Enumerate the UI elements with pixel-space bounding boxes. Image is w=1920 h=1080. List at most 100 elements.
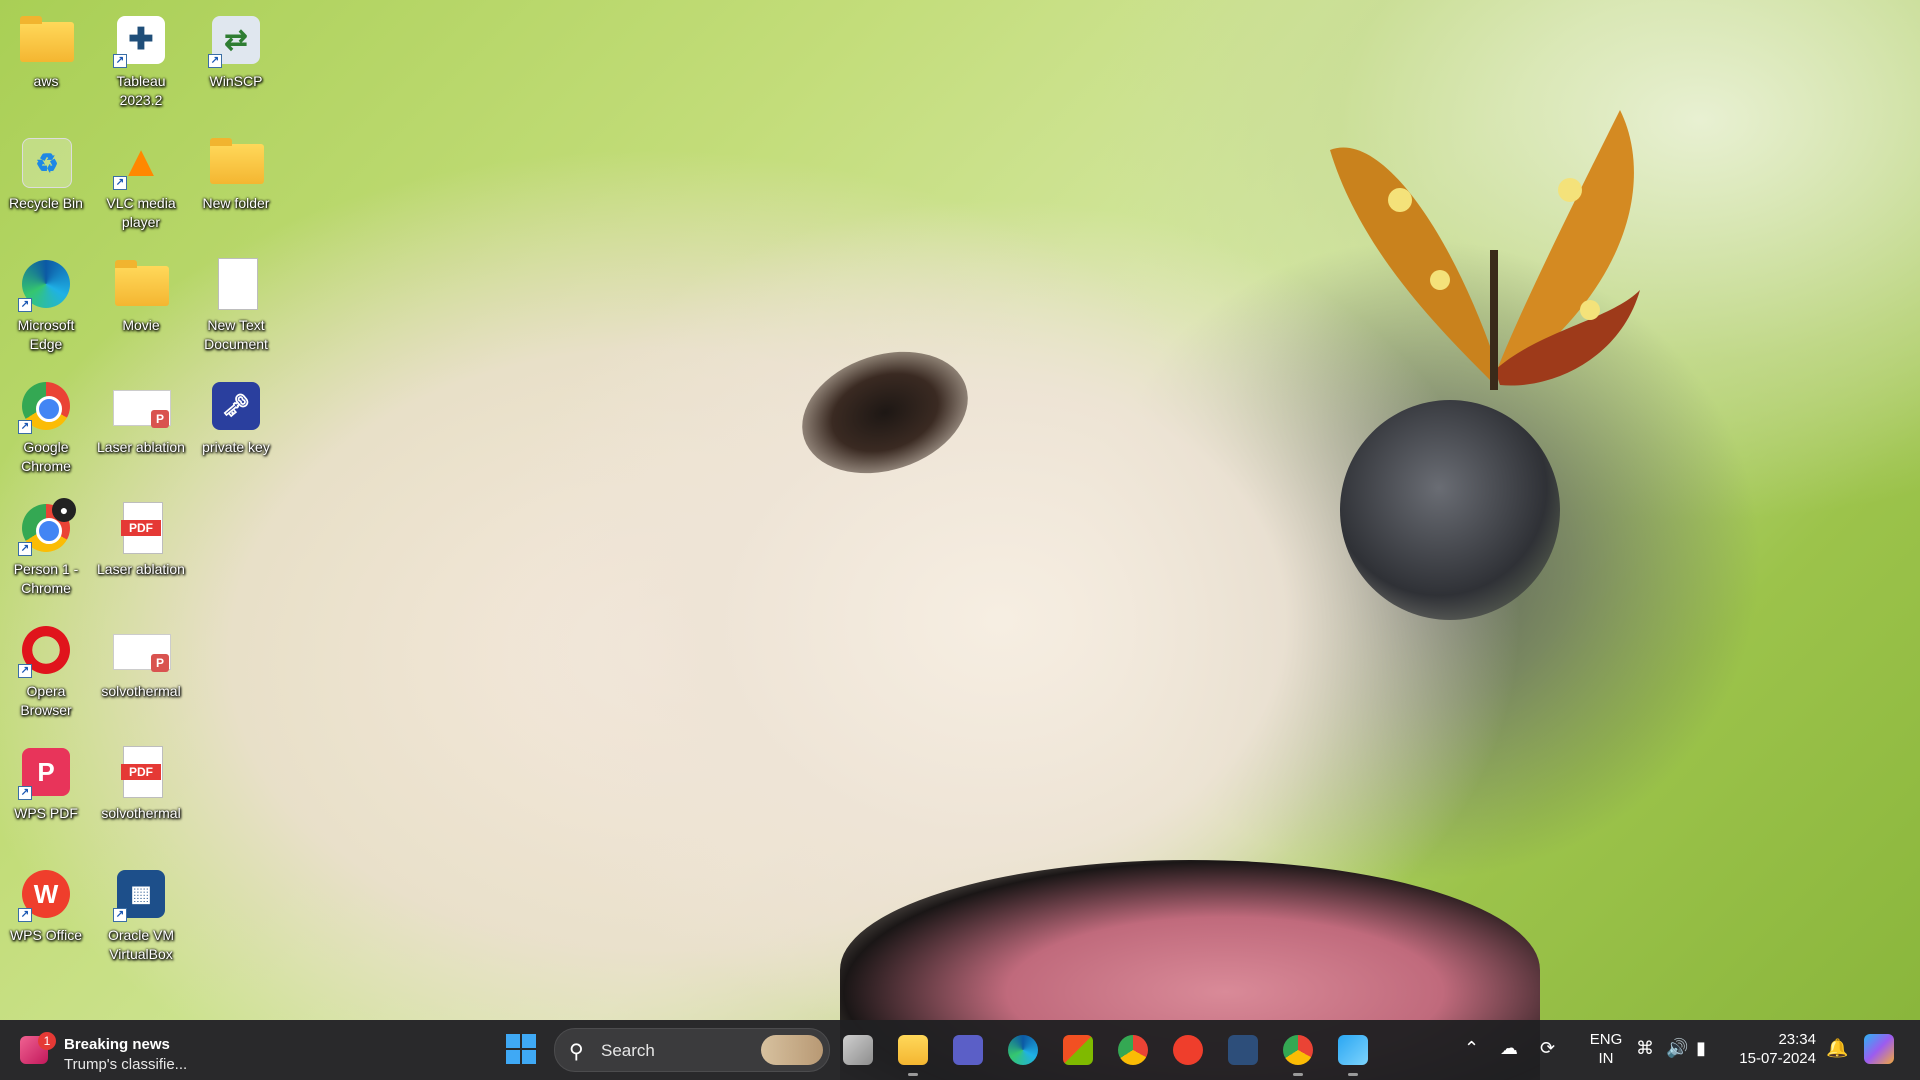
taskbar-app-chrome-profile[interactable] xyxy=(1278,1030,1318,1076)
region-code: IN xyxy=(1598,1050,1614,1067)
news-subtitle: Trump's classifie... xyxy=(64,1056,188,1073)
wallpaper-butterfly xyxy=(1330,110,1640,390)
pdf-file-icon: PDF xyxy=(111,742,171,802)
desktop-icon[interactable]: Psolvothermal xyxy=(95,614,187,701)
desktop-icon[interactable]: aws xyxy=(0,4,92,91)
desktop-icon-label: solvothermal xyxy=(101,683,181,699)
recycle-bin-icon: ♻ xyxy=(16,132,76,192)
copilot-icon[interactable] xyxy=(1864,1034,1894,1064)
language-indicator[interactable]: ENG IN xyxy=(1584,1030,1628,1068)
vlc-icon: ▲ ↗ xyxy=(111,132,171,192)
desktop-icon-label: New Text Document xyxy=(204,317,268,352)
shortcut-arrow-icon: ↗ xyxy=(113,176,127,190)
chrome-icon xyxy=(1118,1035,1148,1065)
clock[interactable]: 23:34 15-07-2024 xyxy=(1736,1030,1816,1068)
wallpaper-dog-nose xyxy=(1340,400,1560,620)
desktop-icon-label: New folder xyxy=(202,195,270,211)
opera-icon: ↗ xyxy=(16,620,76,680)
folder-icon xyxy=(111,254,171,314)
notification-bell-icon[interactable]: 🔔 xyxy=(1826,1038,1848,1059)
taskbar-app-file-explorer[interactable] xyxy=(893,1030,933,1076)
language-code: ENG xyxy=(1589,1031,1623,1048)
desktop-icon-label: Opera Browser xyxy=(20,683,72,718)
battery-icon[interactable]: ▮ xyxy=(1696,1038,1706,1059)
desktop-icon[interactable]: ↗ Google Chrome xyxy=(0,370,92,476)
news-headline: Breaking news xyxy=(64,1036,170,1053)
desktop-icon[interactable]: P ↗ WPS PDF xyxy=(0,736,92,823)
file-explorer-icon xyxy=(898,1035,928,1065)
photos-icon xyxy=(1338,1035,1368,1065)
desktop-icon[interactable]: ✚ ↗ Tableau 2023.2 xyxy=(95,4,187,110)
search-label: Search xyxy=(601,1041,655,1060)
shortcut-arrow-icon: ↗ xyxy=(18,664,32,678)
desktop-icon[interactable]: ▲ ↗ VLC media player xyxy=(95,126,187,232)
volume-icon[interactable]: 🔊 xyxy=(1666,1038,1688,1059)
taskbar-app-task-view[interactable] xyxy=(838,1030,878,1070)
taskbar: 1 Breaking news Trump's classifie... ⚲ S… xyxy=(0,1020,1920,1080)
desktop-icon[interactable]: W ↗ WPS Office xyxy=(0,858,92,945)
desktop-icon[interactable]: Movie xyxy=(95,248,187,335)
teams-icon xyxy=(953,1035,983,1065)
desktop-icon-label: aws xyxy=(33,73,59,89)
shortcut-arrow-icon: ↗ xyxy=(113,54,127,68)
shortcut-arrow-icon: ↗ xyxy=(18,420,32,434)
wifi-icon[interactable]: ⌘ xyxy=(1636,1038,1654,1059)
taskbar-app-teams[interactable] xyxy=(948,1030,988,1070)
tableau-icon: ✚ ↗ xyxy=(111,10,171,70)
desktop-icon[interactable]: PDF solvothermal xyxy=(95,736,187,823)
running-indicator xyxy=(1348,1073,1358,1076)
shortcut-arrow-icon: ↗ xyxy=(18,786,32,800)
desktop-icon-label: WinSCP xyxy=(209,73,263,89)
desktop-icon[interactable]: New folder xyxy=(190,126,282,213)
start-button[interactable] xyxy=(506,1034,536,1064)
desktop-icon[interactable]: ● ↗ Person 1 - Chrome xyxy=(0,492,92,598)
chrome-profile-icon: ● ↗ xyxy=(16,498,76,558)
news-badge: 1 xyxy=(38,1032,56,1050)
virtualbox-icon: ▦ ↗ xyxy=(111,864,171,924)
desktop-icon-label: WPS Office xyxy=(9,927,83,943)
desktop-icon[interactable]: 🗝 private key xyxy=(190,370,282,457)
desktop-icon[interactable]: PDF Laser ablation xyxy=(95,492,187,579)
desktop-icon-label: Laser ablation xyxy=(97,561,185,577)
desktop-icon-label: VLC media player xyxy=(106,195,176,230)
desktop-icon[interactable]: P Laser ablation xyxy=(95,370,187,457)
desktop-icon-label: Tableau 2023.2 xyxy=(116,73,166,108)
wps-office-icon xyxy=(1173,1035,1203,1065)
taskbar-app-chrome[interactable] xyxy=(1113,1030,1153,1070)
desktop-icon-label: private key xyxy=(202,439,270,455)
folder-icon xyxy=(16,10,76,70)
desktop-icon[interactable]: New Text Document xyxy=(190,248,282,354)
taskbar-app-microsoft-store[interactable] xyxy=(1058,1030,1098,1070)
search-highlight-image xyxy=(761,1035,823,1065)
winscp-icon: ⇄ ↗ xyxy=(206,10,266,70)
desktop-icon-label: Movie xyxy=(122,317,160,333)
desktop-icon[interactable]: ↗ Opera Browser xyxy=(0,614,92,720)
shortcut-arrow-icon: ↗ xyxy=(208,54,222,68)
desktop-icon[interactable]: ↗ Microsoft Edge xyxy=(0,248,92,354)
taskbar-app-wps-office[interactable] xyxy=(1168,1030,1208,1070)
show-hidden-icons-chevron-icon[interactable]: ⌃ xyxy=(1464,1038,1479,1059)
microsoft-store-icon xyxy=(1063,1035,1093,1065)
news-widget[interactable]: 1 Breaking news Trump's classifie... xyxy=(20,1028,190,1073)
desktop-icon-label: Oracle VM VirtualBox xyxy=(107,927,175,962)
desktop-icon[interactable]: ♻ Recycle Bin xyxy=(0,126,92,213)
shortcut-arrow-icon: ↗ xyxy=(18,298,32,312)
text-document-icon xyxy=(206,254,266,314)
taskbar-app-photos[interactable] xyxy=(1333,1030,1373,1076)
clock-time: 23:34 xyxy=(1778,1031,1816,1048)
chrome-icon: ↗ xyxy=(16,376,76,436)
powerpoint-file-icon: P xyxy=(111,376,171,436)
onedrive-icon[interactable]: ☁ xyxy=(1500,1038,1518,1059)
sync-icon[interactable]: ⟳ xyxy=(1540,1038,1555,1059)
putty-key-icon: 🗝 xyxy=(206,376,266,436)
running-indicator xyxy=(908,1073,918,1076)
desktop-icon-label: WPS PDF xyxy=(14,805,78,821)
taskbar-search[interactable]: ⚲ Search xyxy=(554,1028,830,1072)
pdf-file-icon: PDF xyxy=(111,498,171,558)
desktop-icon[interactable]: ⇄ ↗ WinSCP xyxy=(190,4,282,91)
taskbar-app-edge[interactable] xyxy=(1003,1030,1043,1070)
taskbar-app-tableau[interactable] xyxy=(1223,1030,1263,1070)
desktop-icon-label: Recycle Bin xyxy=(9,195,83,211)
wps-office-icon: W ↗ xyxy=(16,864,76,924)
desktop-icon[interactable]: ▦ ↗ Oracle VM VirtualBox xyxy=(95,858,187,964)
